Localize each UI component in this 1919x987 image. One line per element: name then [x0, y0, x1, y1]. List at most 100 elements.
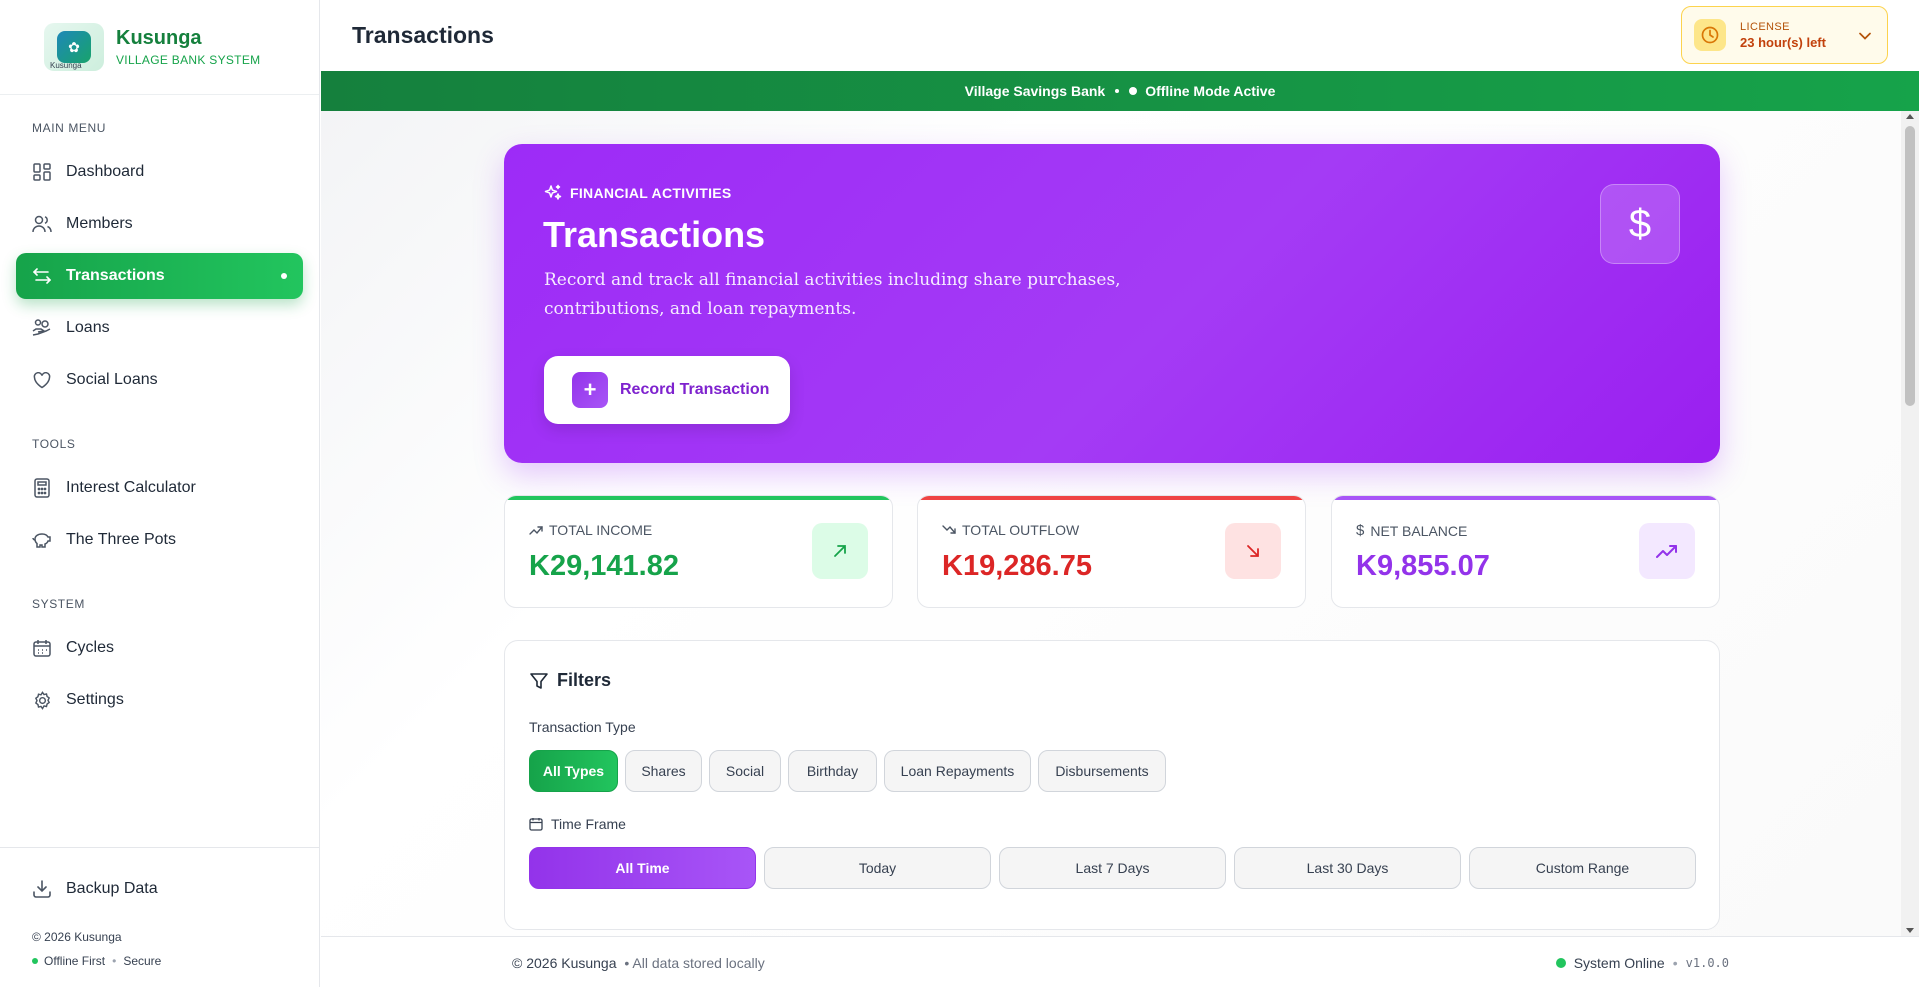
sidebar-item-members[interactable]: Members [16, 201, 303, 247]
filters-panel: Filters Transaction Type All Types Share… [504, 640, 1720, 930]
filter-type-all[interactable]: All Types [529, 750, 618, 792]
sidebar-item-interest-calculator[interactable]: Interest Calculator [16, 465, 303, 511]
calendar-icon [529, 818, 543, 831]
backup-data-label: Backup Data [66, 880, 158, 897]
stat-label: NET BALANCE [1370, 522, 1468, 539]
scrollbar-thumb[interactable] [1905, 126, 1915, 406]
status-dot [32, 958, 38, 964]
hero-card: FINANCIAL ACTIVITIES Transactions Record… [504, 144, 1720, 463]
section-tools: TOOLS [32, 437, 76, 451]
trending-up-icon [1639, 523, 1695, 579]
section-main-menu: MAIN MENU [32, 121, 107, 135]
dashboard-icon [32, 162, 52, 182]
sidebar-item-label: Members [66, 215, 133, 232]
brand-name: Kusunga [116, 27, 202, 49]
stat-label: TOTAL INCOME [549, 522, 653, 538]
hand-coins-icon [32, 318, 52, 338]
stat-value: K19,286.75 [942, 550, 1092, 582]
logo-caption: Kusunga [50, 61, 82, 70]
filter-type-shares[interactable]: Shares [625, 750, 702, 792]
footer-separator: • [1672, 955, 1678, 971]
logo-mark-icon: ✿ [57, 31, 91, 63]
clock-icon [1694, 19, 1726, 51]
status-offline-first: Offline First [44, 954, 106, 968]
offline-dot [1129, 87, 1138, 95]
sidebar-item-loans[interactable]: Loans [16, 305, 303, 351]
sidebar-item-transactions[interactable]: Transactions [16, 253, 303, 299]
sidebar-status: Offline First • Secure [32, 954, 161, 968]
arrow-up-right-icon [812, 523, 868, 579]
page-title: Transactions [352, 22, 494, 48]
stat-card-total-income: TOTAL INCOME K29,141.82 [504, 495, 893, 608]
footer-copyright: © 2026 Kusunga [512, 955, 617, 971]
hero-kicker: FINANCIAL ACTIVITIES [544, 184, 732, 202]
timeframe-today[interactable]: Today [764, 847, 991, 889]
sidebar-item-label: Settings [66, 691, 124, 708]
license-remaining: 23 hour(s) left [1740, 34, 1826, 50]
sparkles-icon [544, 184, 562, 200]
main-content: FINANCIAL ACTIVITIES Transactions Record… [321, 111, 1901, 936]
app-version: v1.0.0 [1685, 956, 1729, 970]
status-separator: • [112, 954, 117, 968]
license-dropdown[interactable]: LICENSE 23 hour(s) left [1681, 6, 1888, 64]
stat-value: K9,855.07 [1356, 550, 1490, 582]
trending-down-icon [942, 523, 956, 538]
stat-value: K29,141.82 [529, 550, 679, 582]
sidebar-item-settings[interactable]: Settings [16, 677, 303, 723]
brand-subtitle: VILLAGE BANK SYSTEM [116, 53, 261, 67]
dollar-icon: $ [1600, 184, 1680, 264]
offline-mode-text: Offline Mode Active [1145, 83, 1276, 99]
app-footer: © 2026 Kusunga • All data stored locally… [321, 936, 1919, 987]
timeframe-last-7-days[interactable]: Last 7 Days [999, 847, 1226, 889]
sidebar-item-label: Loans [66, 319, 110, 336]
sidebar-footer: Backup Data © 2026 Kusunga Offline First… [0, 847, 320, 987]
brand[interactable]: ✿ Kusunga Kusunga VILLAGE BANK SYSTEM [0, 0, 319, 95]
footer-storage-note: • All data stored locally [624, 955, 765, 971]
filter-type-social[interactable]: Social [709, 750, 781, 792]
trending-up-icon [529, 523, 543, 538]
dollar-small-icon: $ [1356, 522, 1365, 539]
hero-kicker-label: FINANCIAL ACTIVITIES [570, 185, 732, 201]
banner-separator [1115, 89, 1120, 93]
scroll-down-arrow-icon[interactable] [1906, 928, 1914, 933]
calculator-icon [32, 478, 52, 498]
section-system: SYSTEM [32, 597, 85, 611]
stat-accent-line [1332, 496, 1719, 500]
sidebar-item-social-loans[interactable]: Social Loans [16, 357, 303, 403]
timeframe-all-time[interactable]: All Time [529, 847, 756, 889]
stat-card-total-outflow: TOTAL OUTFLOW K19,286.75 [917, 495, 1306, 608]
gear-icon [32, 690, 52, 710]
status-secure: Secure [123, 954, 162, 968]
sidebar-item-dashboard[interactable]: Dashboard [16, 149, 303, 195]
status-banner: Village Savings Bank Offline Mode Active [321, 71, 1919, 111]
sidebar-copyright: © 2026 Kusunga [32, 930, 122, 944]
main-scrollbar[interactable] [1901, 111, 1919, 936]
calendar-icon [32, 638, 52, 658]
filters-title-label: Filters [557, 670, 612, 690]
record-transaction-button[interactable]: + Record Transaction [544, 356, 790, 424]
sidebar-item-label: Social Loans [66, 371, 158, 388]
users-icon [32, 214, 52, 234]
system-status: System Online [1573, 955, 1665, 971]
active-indicator [281, 273, 287, 279]
transfer-arrows-icon [32, 266, 52, 286]
record-transaction-label: Record Transaction [620, 381, 770, 398]
sidebar-item-cycles[interactable]: Cycles [16, 625, 303, 671]
chevron-down-icon [1859, 27, 1871, 45]
sidebar-item-label: Cycles [66, 639, 115, 656]
heart-icon [32, 370, 52, 390]
plus-icon: + [572, 372, 608, 408]
stat-card-net-balance: $ NET BALANCE K9,855.07 [1331, 495, 1720, 608]
filter-type-loan-repayments[interactable]: Loan Repayments [884, 750, 1031, 792]
sidebar-item-three-pots[interactable]: The Three Pots [16, 517, 303, 563]
top-header: Transactions LICENSE 23 hour(s) left [321, 0, 1919, 71]
scroll-up-arrow-icon[interactable] [1906, 114, 1914, 119]
backup-data-button[interactable]: Backup Data [16, 866, 303, 912]
timeframe-custom-range[interactable]: Custom Range [1469, 847, 1696, 889]
filter-type-birthday[interactable]: Birthday [788, 750, 877, 792]
filter-type-disbursements[interactable]: Disbursements [1038, 750, 1166, 792]
sidebar-item-label: Dashboard [66, 163, 145, 180]
sidebar-item-label: Transactions [66, 267, 165, 284]
sidebar: ✿ Kusunga Kusunga VILLAGE BANK SYSTEM MA… [0, 0, 320, 987]
timeframe-last-30-days[interactable]: Last 30 Days [1234, 847, 1461, 889]
